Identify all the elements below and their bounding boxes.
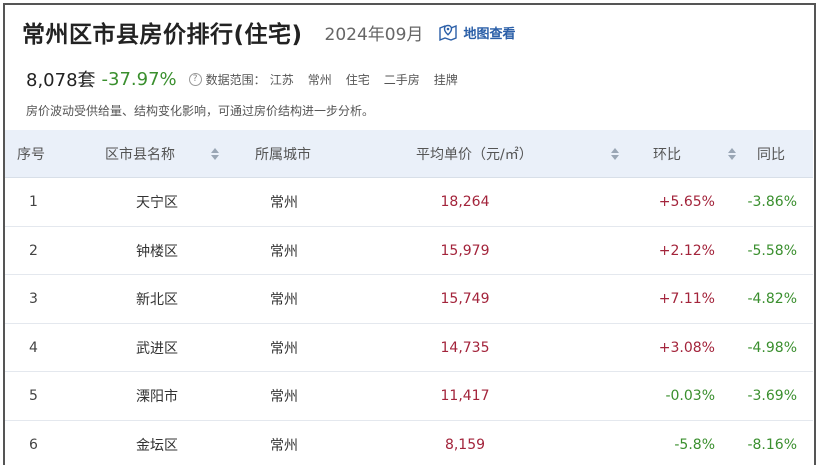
price-note: 房价波动受供给量、结构变化影响，可通过房价结构进一步分析。 xyxy=(26,104,375,118)
row-index: 1 xyxy=(29,194,38,210)
row-price: 11,417 xyxy=(440,388,490,404)
page-title: 常州区市县房价排行(住宅) xyxy=(22,22,303,48)
range-city: 常州 xyxy=(307,72,332,87)
range-property-type: 住宅 xyxy=(345,72,370,87)
table-header: 序号 区市县名称 所属城市 平均单价（元/㎡） 环比 同比 xyxy=(5,130,813,178)
range-province: 江苏 xyxy=(269,72,294,87)
map-view-button[interactable]: 地图查看 xyxy=(437,21,515,43)
table-row[interactable]: 5 溧阳市 常州 11,417 -0.03% -3.69% xyxy=(5,372,813,421)
row-city: 常州 xyxy=(270,340,298,357)
table-body: 1 天宁区 常州 18,264 +5.65% -3.86% 2 钟楼区 常州 15,979 +2.1… xyxy=(5,178,813,468)
row-district[interactable]: 新北区 xyxy=(119,275,195,323)
row-index: 5 xyxy=(29,388,38,404)
map-view-label: 地图查看 xyxy=(463,26,516,42)
col-price[interactable]: 平均单价（元/㎡） xyxy=(416,144,533,164)
price-sort-icon[interactable] xyxy=(611,147,619,160)
stats-row: 8,078套 -37.97% ? 数据范围： 江苏 常州 住宅 二手房 挂牌 xyxy=(26,66,458,92)
col-price-label: 平均单价（元/㎡） xyxy=(416,146,533,163)
col-yoy[interactable]: 同比 xyxy=(757,144,785,164)
row-district[interactable]: 武进区 xyxy=(119,324,195,372)
row-city: 常州 xyxy=(270,243,298,260)
row-index: 3 xyxy=(29,291,38,307)
row-price: 14,735 xyxy=(440,339,490,356)
row-city: 常州 xyxy=(270,195,298,211)
row-mom: +7.11% xyxy=(658,291,715,307)
row-yoy: -3.69% xyxy=(747,388,797,404)
row-city: 常州 xyxy=(270,292,298,308)
row-district[interactable]: 金坛区 xyxy=(119,421,195,468)
row-price: 18,264 xyxy=(440,194,490,210)
row-district[interactable]: 溧阳市 xyxy=(119,372,195,420)
map-pin-icon xyxy=(439,24,458,42)
row-mom: +5.65% xyxy=(658,194,715,210)
row-mom: +2.12% xyxy=(658,242,715,259)
table-row[interactable]: 6 金坛区 常州 8,159 -5.8% -8.16% xyxy=(5,421,813,468)
row-price: 15,749 xyxy=(440,291,490,307)
row-city: 常州 xyxy=(270,389,298,405)
date-label: 2024年09月 xyxy=(324,24,424,45)
mom-sort-icon[interactable] xyxy=(728,147,736,160)
data-range-label: 数据范围： xyxy=(205,72,266,87)
row-yoy: -4.98% xyxy=(747,339,797,356)
table-row[interactable]: 2 钟楼区 常州 15,979 +2.12% -5.58% xyxy=(5,227,813,275)
row-city: 常州 xyxy=(270,437,298,454)
row-mom: +3.08% xyxy=(658,339,715,356)
frame-right-border xyxy=(814,3,816,465)
row-yoy: -8.16% xyxy=(747,436,797,453)
table-row[interactable]: 1 天宁区 常州 18,264 +5.65% -3.86% xyxy=(5,178,813,227)
col-city: 所属城市 xyxy=(255,146,311,163)
row-index: 6 xyxy=(29,436,38,453)
table-row[interactable]: 3 新北区 常州 15,749 +7.11% -4.82% xyxy=(5,275,813,324)
col-index: 序号 xyxy=(17,146,45,163)
row-district[interactable]: 天宁区 xyxy=(119,178,195,226)
row-mom: -0.03% xyxy=(665,388,715,404)
title-row: 常州区市县房价排行(住宅) 2024年09月 地图查看 xyxy=(22,12,515,52)
price-ranking-table: 序号 区市县名称 所属城市 平均单价（元/㎡） 环比 同比 1 天宁区 常州 18,2… xyxy=(5,130,813,468)
row-index: 2 xyxy=(29,242,38,259)
row-index: 4 xyxy=(29,339,38,356)
range-market: 二手房 xyxy=(383,72,420,87)
help-icon[interactable]: ? xyxy=(188,72,202,86)
row-yoy: -4.82% xyxy=(747,291,797,307)
col-mom[interactable]: 环比 xyxy=(653,144,681,164)
row-yoy: -5.58% xyxy=(747,242,797,259)
col-district[interactable]: 区市县名称 xyxy=(105,144,175,164)
table-row[interactable]: 4 武进区 常州 14,735 +3.08% -4.98% xyxy=(5,324,813,372)
district-sort-icon[interactable] xyxy=(211,147,219,160)
row-yoy: -3.86% xyxy=(747,194,797,210)
range-source: 挂牌 xyxy=(433,72,458,87)
listing-count: 8,078套 xyxy=(26,70,96,91)
row-price: 15,979 xyxy=(440,242,490,259)
row-district[interactable]: 钟楼区 xyxy=(119,227,195,275)
row-price: 8,159 xyxy=(444,436,486,453)
listing-change: -37.97% xyxy=(101,68,177,90)
row-mom: -5.8% xyxy=(674,436,715,453)
col-district-label: 区市县名称 xyxy=(105,146,175,163)
